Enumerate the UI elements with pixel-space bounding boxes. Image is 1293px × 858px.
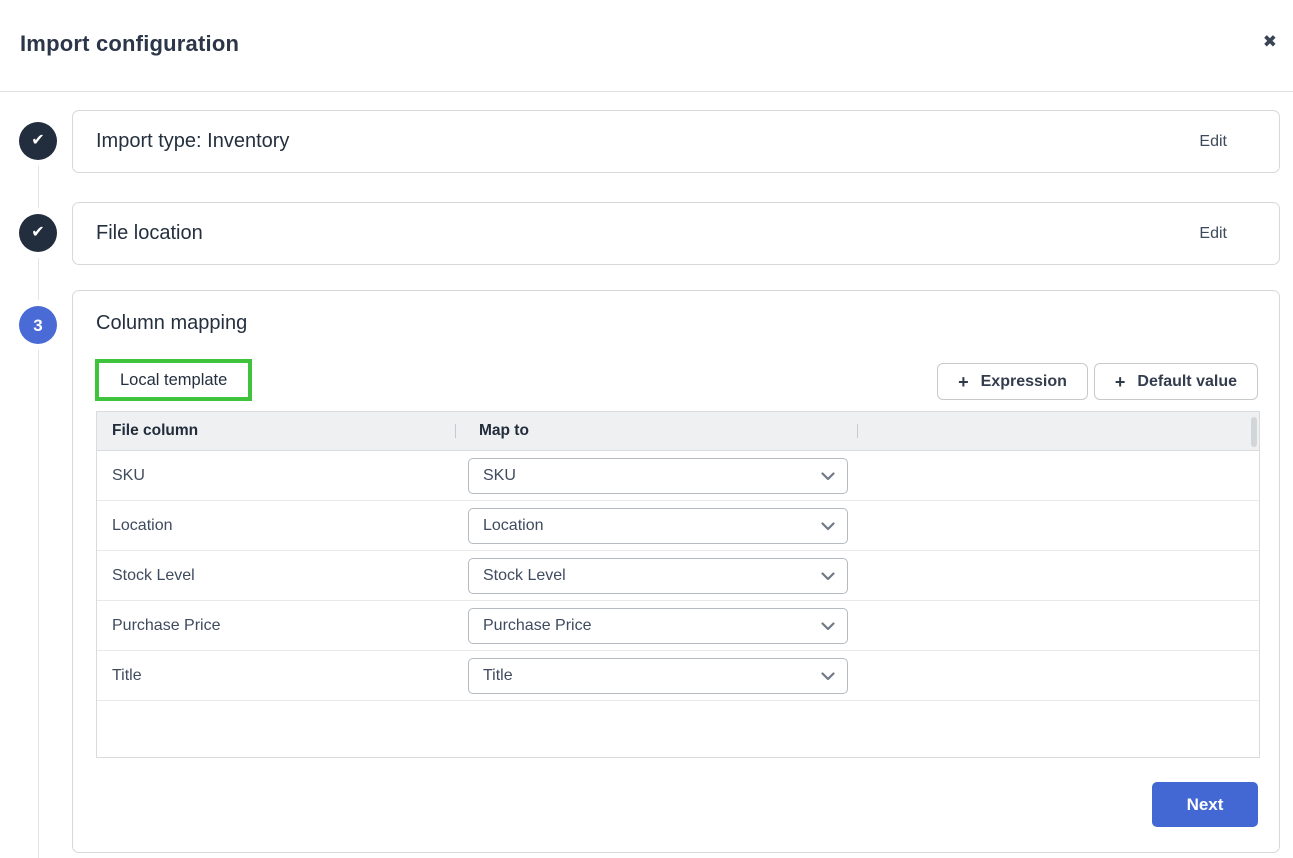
step-1-edit-button[interactable]: Edit bbox=[1199, 133, 1227, 151]
step-1-card: Import type: Inventory Edit bbox=[72, 110, 1280, 173]
next-button[interactable]: Next bbox=[1152, 782, 1258, 827]
mapping-toolbar: + Expression + Default value bbox=[937, 363, 1258, 400]
step-3-title: Column mapping bbox=[96, 312, 247, 335]
step-number: 3 bbox=[33, 317, 42, 334]
import-configuration-dialog: Import configuration ✖ ✔ ✔ 3 Import type… bbox=[0, 0, 1293, 858]
add-default-value-button[interactable]: + Default value bbox=[1094, 363, 1258, 400]
chevron-down-icon bbox=[821, 672, 835, 681]
local-template-label: Local template bbox=[120, 371, 227, 390]
step-1-title: Import type: Inventory bbox=[96, 130, 289, 153]
file-column-value: SKU bbox=[97, 467, 468, 485]
file-column-value: Title bbox=[97, 667, 468, 685]
map-to-selected-value: Location bbox=[483, 517, 544, 535]
expression-label: Expression bbox=[981, 373, 1067, 391]
file-column-value: Stock Level bbox=[97, 567, 468, 585]
chevron-down-icon bbox=[821, 622, 835, 631]
plus-icon: + bbox=[1115, 373, 1126, 391]
file-column-value: Location bbox=[97, 517, 468, 535]
column-mapping-table: File column Map to SKU SKU Location Loca… bbox=[96, 411, 1260, 758]
close-icon[interactable]: ✖ bbox=[1263, 33, 1277, 50]
map-to-dropdown[interactable]: Title bbox=[468, 658, 848, 694]
map-to-dropdown[interactable]: SKU bbox=[468, 458, 848, 494]
map-to-dropdown[interactable]: Purchase Price bbox=[468, 608, 848, 644]
file-column-header: File column bbox=[97, 422, 455, 440]
table-row: SKU SKU bbox=[97, 451, 1259, 501]
table-scrollbar-thumb[interactable] bbox=[1251, 417, 1257, 447]
map-to-dropdown[interactable]: Location bbox=[468, 508, 848, 544]
table-row: Title Title bbox=[97, 651, 1259, 701]
local-template-button[interactable]: Local template bbox=[95, 359, 252, 401]
table-empty-row bbox=[97, 701, 1259, 757]
checkmark-icon: ✔ bbox=[31, 225, 44, 241]
step-2-badge: ✔ bbox=[19, 214, 57, 252]
plus-icon: + bbox=[958, 373, 969, 391]
chevron-down-icon bbox=[821, 522, 835, 531]
map-to-dropdown[interactable]: Stock Level bbox=[468, 558, 848, 594]
table-row: Location Location bbox=[97, 501, 1259, 551]
map-to-selected-value: Stock Level bbox=[483, 567, 566, 585]
step-3-card: Column mapping Local template + Expressi… bbox=[72, 290, 1280, 853]
dialog-title: Import configuration bbox=[20, 31, 239, 57]
chevron-down-icon bbox=[821, 572, 835, 581]
column-divider bbox=[857, 424, 858, 438]
map-to-selected-value: Purchase Price bbox=[483, 617, 592, 635]
add-expression-button[interactable]: + Expression bbox=[937, 363, 1088, 400]
map-to-selected-value: Title bbox=[483, 667, 513, 685]
step-2-card: File location Edit bbox=[72, 202, 1280, 265]
chevron-down-icon bbox=[821, 472, 835, 481]
map-to-header: Map to bbox=[456, 422, 857, 440]
table-row: Stock Level Stock Level bbox=[97, 551, 1259, 601]
step-2-edit-button[interactable]: Edit bbox=[1199, 225, 1227, 243]
default-value-label: Default value bbox=[1137, 373, 1237, 391]
checkmark-icon: ✔ bbox=[31, 133, 44, 149]
table-header-row: File column Map to bbox=[97, 411, 1259, 451]
step-3-badge: 3 bbox=[19, 306, 57, 344]
step-1-badge: ✔ bbox=[19, 122, 57, 160]
step-2-title: File location bbox=[96, 222, 203, 245]
table-row: Purchase Price Purchase Price bbox=[97, 601, 1259, 651]
dialog-header: Import configuration ✖ bbox=[0, 0, 1293, 92]
map-to-selected-value: SKU bbox=[483, 467, 516, 485]
file-column-value: Purchase Price bbox=[97, 617, 468, 635]
